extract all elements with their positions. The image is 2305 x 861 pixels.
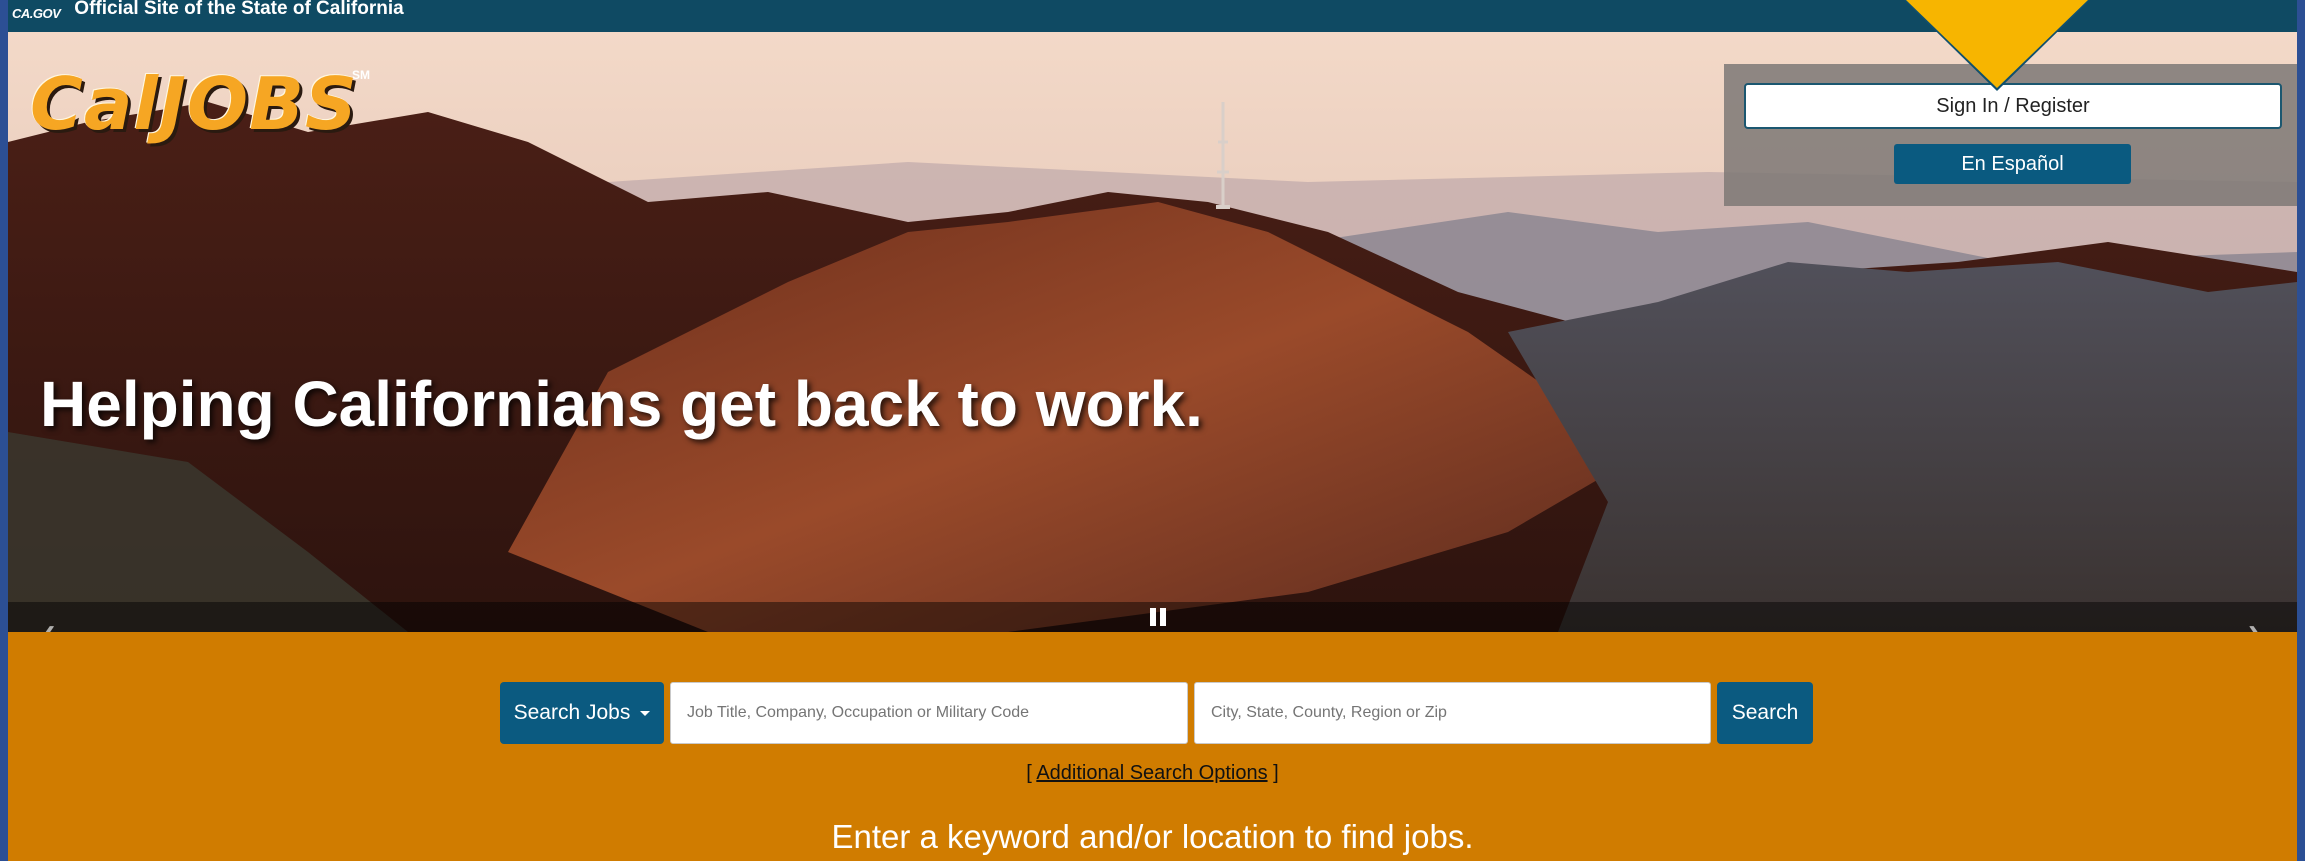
caljobs-logo[interactable]: CalJOBS	[30, 62, 358, 146]
adv-bracket-open: [	[1026, 762, 1037, 784]
service-mark: SM	[352, 68, 370, 82]
official-site-text: Official Site of the State of California	[74, 0, 404, 19]
keyword-input[interactable]	[670, 682, 1188, 744]
carousel-next-icon[interactable]: ›	[2248, 612, 2259, 632]
search-helper-text: Enter a keyword and/or location to find …	[831, 818, 1474, 855]
adv-bracket-close: ]	[1267, 762, 1279, 784]
additional-search-options: [ Additional Search Options ]	[8, 762, 2297, 785]
ca-gov-logo[interactable]: CA.GOV	[12, 6, 61, 21]
hero-carousel: CalJOBS SM Helping Californians get back…	[8, 32, 2297, 632]
arrow-indicator	[1906, 0, 2088, 88]
pause-icon[interactable]	[1150, 608, 1166, 626]
caret-down-icon	[640, 710, 651, 716]
en-espanol-button[interactable]: En Español	[1894, 144, 2131, 184]
search-jobs-dropdown[interactable]: Search Jobs	[500, 682, 664, 744]
search-jobs-label: Search Jobs	[513, 701, 631, 724]
search-button[interactable]: Search	[1717, 682, 1813, 744]
carousel-prev-icon[interactable]: ‹	[44, 612, 55, 632]
location-input[interactable]	[1194, 682, 1711, 744]
hero-headline: Helping Californians get back to work.	[40, 368, 1203, 440]
job-search-band: Search Jobs Search [ Additional Search O…	[8, 632, 2297, 861]
additional-search-options-link[interactable]: Additional Search Options	[1036, 762, 1267, 784]
page-frame: CA.GOV Official Site of the State of Cal…	[8, 0, 2297, 861]
